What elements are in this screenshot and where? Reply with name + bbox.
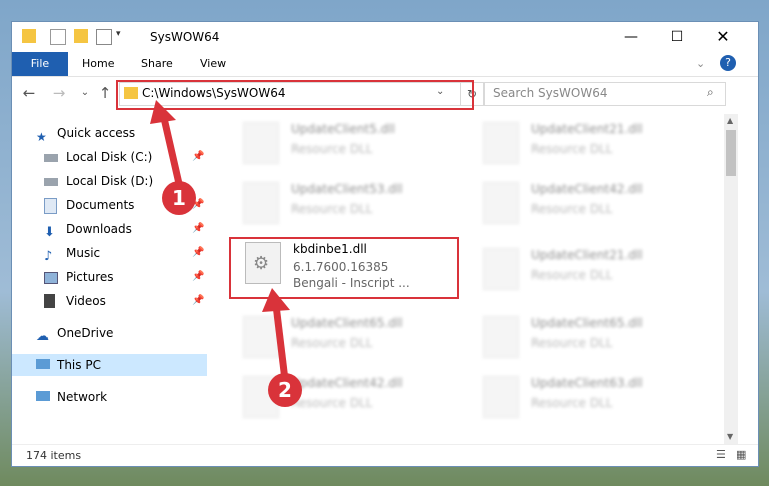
annotation-arrows [150,100,290,381]
arrow-1 [160,117,184,189]
step-badge-1: 1 [162,181,196,215]
arrowhead-2 [262,288,290,312]
step-badge-2: 2 [268,373,302,407]
arrow-2 [272,304,289,381]
arrowhead-1 [150,100,176,124]
